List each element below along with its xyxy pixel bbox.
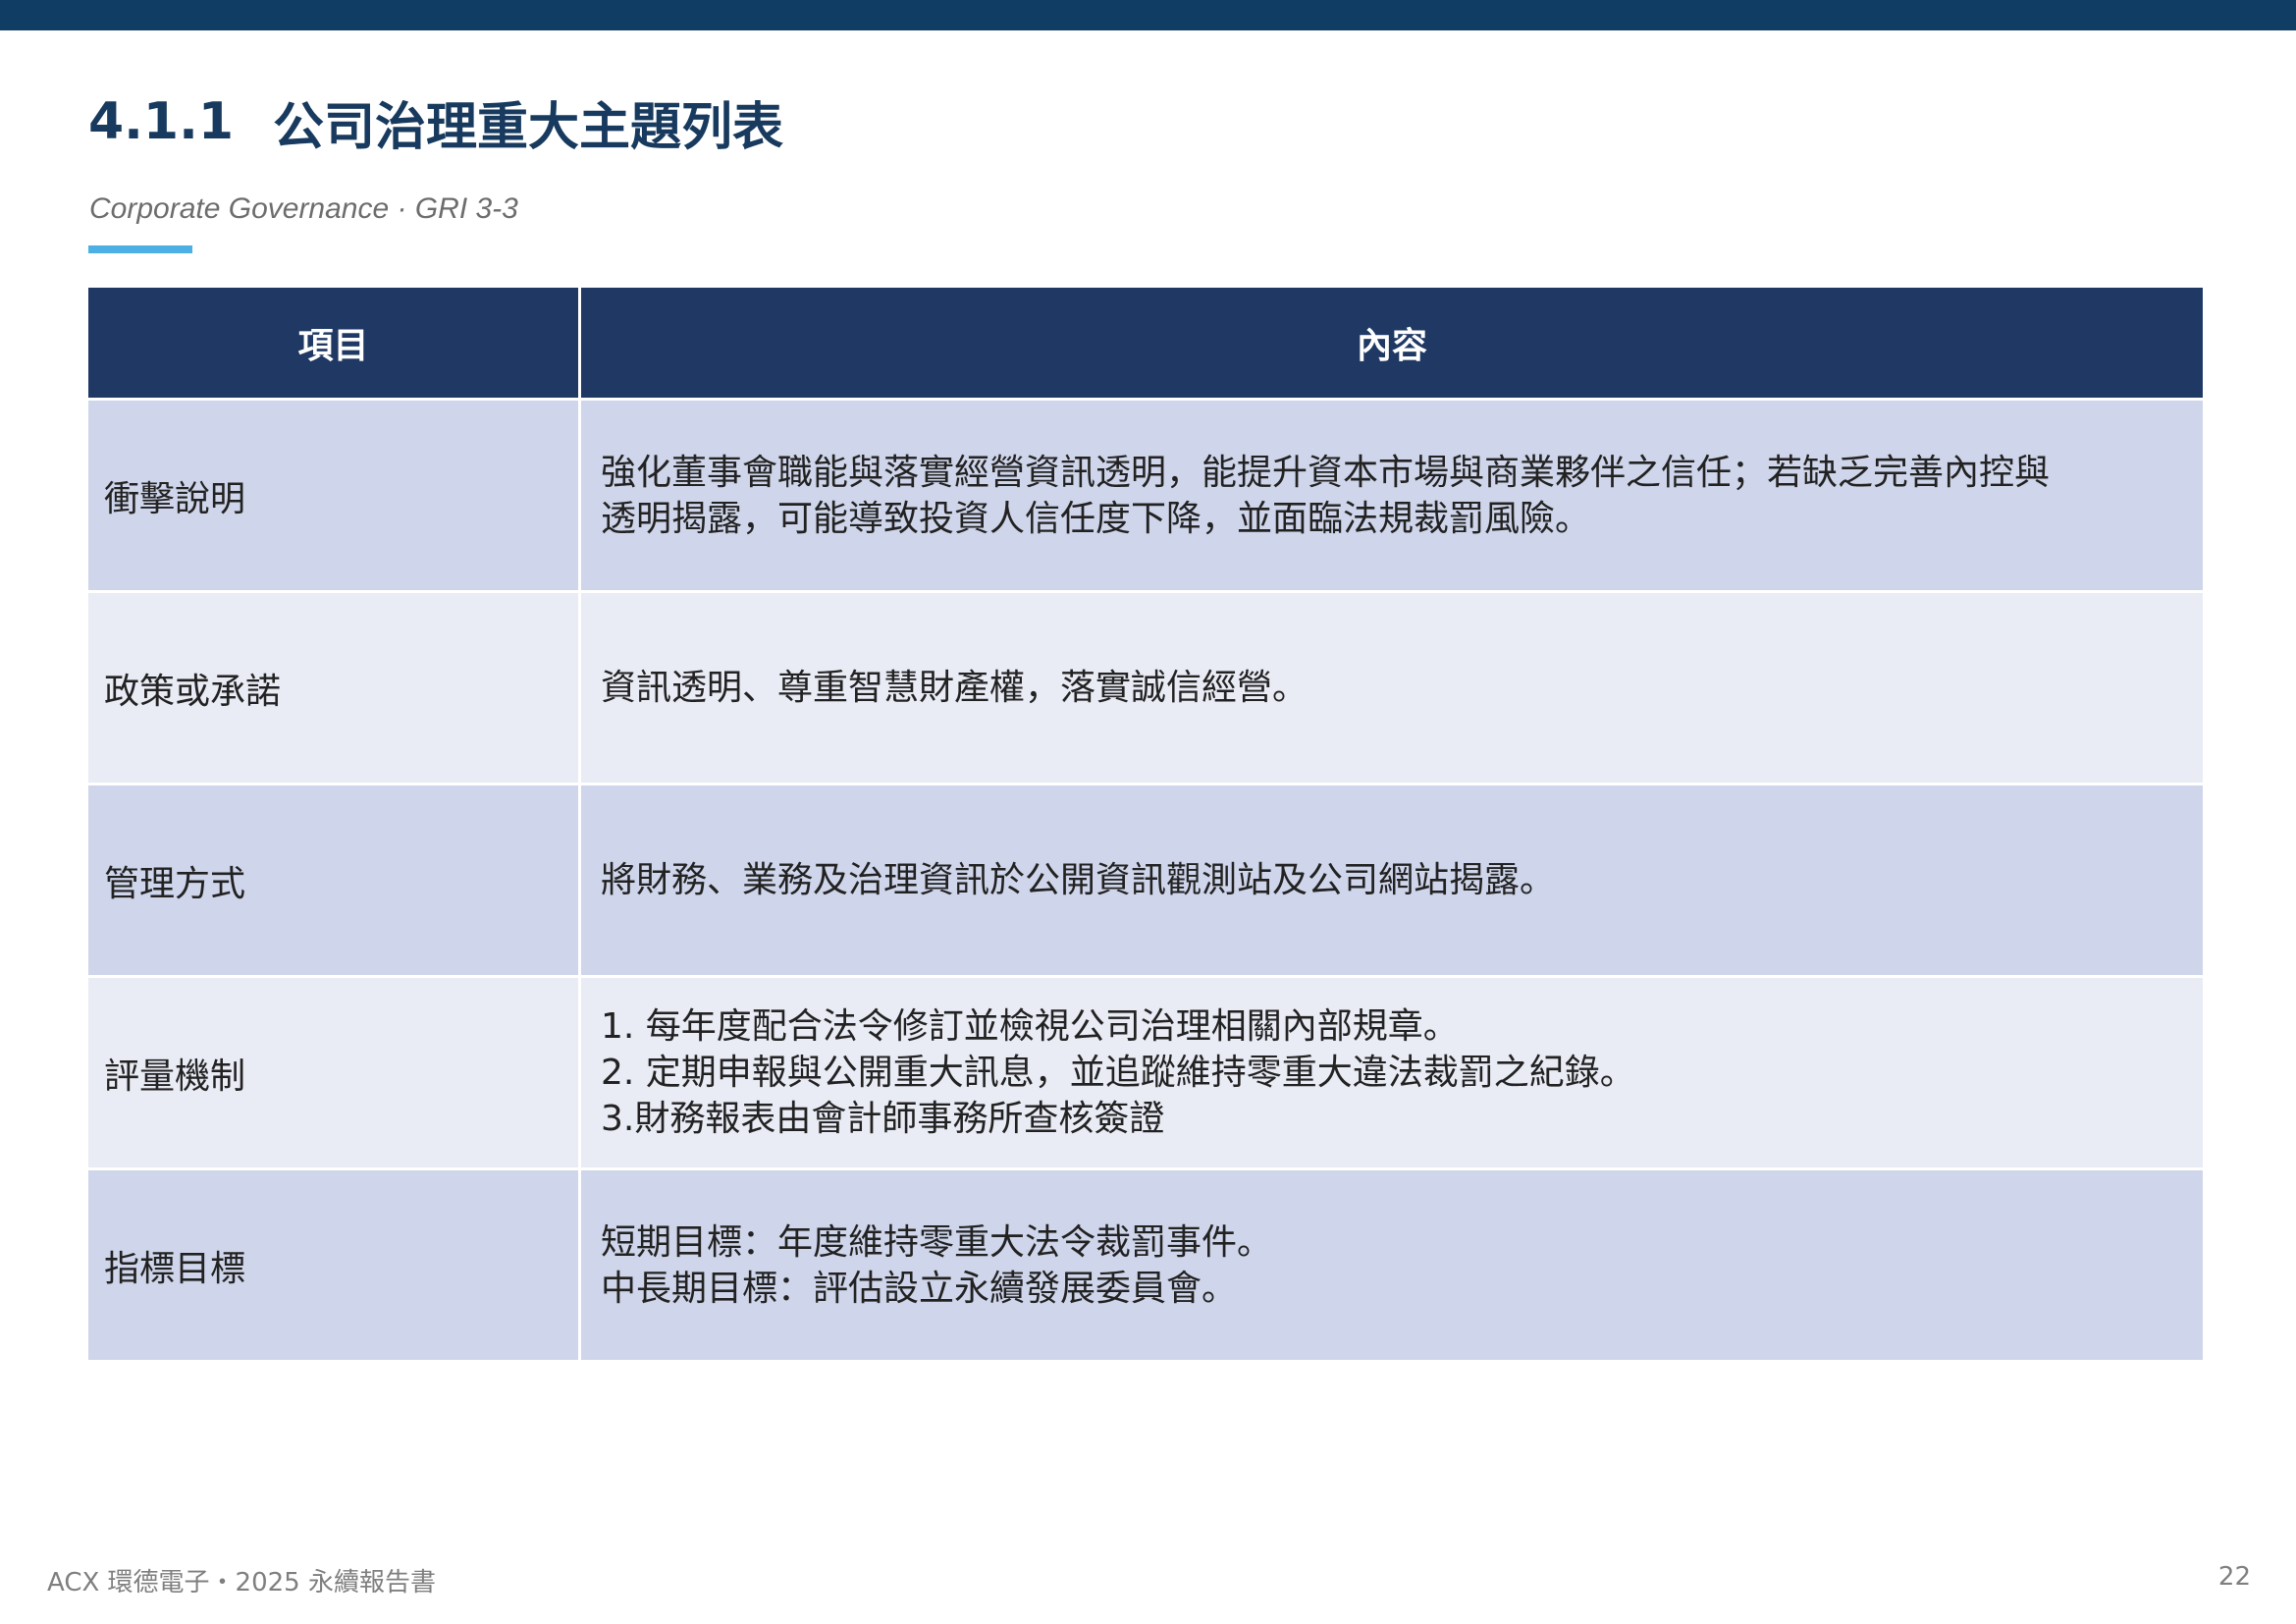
content-line: 中長期目標：評估設立永續發展委員會。 — [601, 1268, 1238, 1309]
table-cell-content: 1. 每年度配合法令修訂並檢視公司治理相關內部規章。 2. 定期申報與公開重大訊… — [581, 978, 2203, 1167]
table-cell-item: 政策或承諾 — [88, 593, 581, 783]
table-header-item: 項目 — [88, 288, 581, 398]
table-cell-item: 管理方式 — [88, 785, 581, 975]
table-row: 評量機制 1. 每年度配合法令修訂並檢視公司治理相關內部規章。 2. 定期申報與… — [88, 978, 2203, 1170]
table-cell-item: 衝擊說明 — [88, 401, 581, 590]
table-row: 指標目標 短期目標：年度維持零重大法令裁罰事件。 中長期目標：評估設立永續發展委… — [88, 1170, 2203, 1363]
section-number: 4.1.1 — [88, 92, 235, 151]
content-line: 將財務、業務及治理資訊於公開資訊觀測站及公司網站揭露。 — [601, 860, 1556, 900]
material-topics-table: 項目 內容 衝擊說明 強化董事會職能與落實經營資訊透明，能提升資本市場與商業夥伴… — [88, 288, 2203, 1363]
top-banner-bar — [0, 0, 2296, 30]
section-title: 公司治理重大主題列表 — [273, 97, 784, 157]
section-subtitle: Corporate Governance · GRI 3-3 — [89, 192, 518, 225]
table-cell-content: 強化董事會職能與落實經營資訊透明，能提升資本市場與商業夥伴之信任；若缺乏完善內控… — [581, 401, 2203, 590]
content-line: 1. 每年度配合法令修訂並檢視公司治理相關內部規章。 — [601, 1006, 1459, 1047]
table-cell-content: 將財務、業務及治理資訊於公開資訊觀測站及公司網站揭露。 — [581, 785, 2203, 975]
content-line: 2. 定期申報與公開重大訊息，並追蹤維持零重大違法裁罰之紀錄。 — [601, 1053, 1635, 1093]
content-line: 透明揭露，可能導致投資人信任度下降，並面臨法規裁罰風險。 — [601, 498, 1591, 539]
table-header-content: 內容 — [1356, 326, 1427, 366]
table-cell-content: 短期目標：年度維持零重大法令裁罰事件。 中長期目標：評估設立永續發展委員會。 — [581, 1170, 2203, 1360]
table-cell-item: 評量機制 — [88, 978, 581, 1167]
content-line: 短期目標：年度維持零重大法令裁罰事件。 — [601, 1221, 1273, 1263]
section-heading: 4.1.1 公司治理重大主題列表 — [88, 82, 783, 161]
subtitle-accent-underline — [88, 245, 192, 253]
content-line: 強化董事會職能與落實經營資訊透明，能提升資本市場與商業夥伴之信任；若缺乏完善內控… — [601, 452, 2051, 493]
content-line: 3.財務報表由會計師事務所查核簽證 — [601, 1099, 1165, 1139]
table-cell-content: 資訊透明、尊重智慧財產權，落實誠信經營。 — [581, 593, 2203, 783]
footer-page-number: 22 — [2217, 1562, 2251, 1592]
table-row: 政策或承諾 資訊透明、尊重智慧財產權，落實誠信經營。 — [88, 593, 2203, 785]
table-row: 管理方式 將財務、業務及治理資訊於公開資訊觀測站及公司網站揭露。 — [88, 785, 2203, 978]
table-row: 衝擊說明 強化董事會職能與落實經營資訊透明，能提升資本市場與商業夥伴之信任；若缺… — [88, 401, 2203, 593]
content-line: 資訊透明、尊重智慧財產權，落實誠信經營。 — [601, 668, 1308, 708]
table-header-row: 項目 內容 — [88, 288, 2203, 401]
footer-report-title: ACX 環德電子・2025 永續報告書 — [47, 1568, 436, 1597]
table-cell-item: 指標目標 — [88, 1170, 581, 1360]
